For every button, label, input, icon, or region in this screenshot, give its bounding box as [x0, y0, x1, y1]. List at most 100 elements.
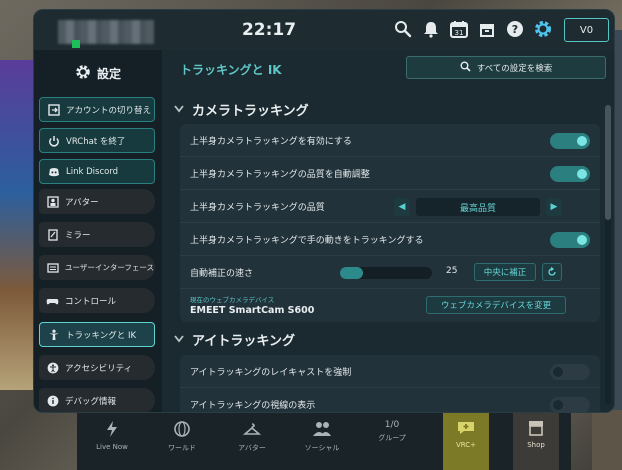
eye-gaze-toggle[interactable]: [550, 397, 590, 412]
sidebar-item-controls[interactable]: コントロール: [39, 288, 155, 313]
auto-correct-slider[interactable]: [340, 267, 432, 279]
sidebar-item-label: アカウントの切り替え: [66, 105, 152, 116]
auto-quality-toggle[interactable]: [550, 166, 590, 182]
setting-row-auto-quality: 上半身カメラトラッキングの品質を自動調整: [180, 157, 600, 190]
chevron-down-icon: [174, 102, 184, 117]
content-scrollbar[interactable]: [605, 105, 611, 405]
page-title: トラッキングと IK: [180, 63, 282, 77]
dock-item-label: グループ: [378, 434, 406, 442]
sidebar-title-label: 設定: [96, 66, 121, 81]
quality-next-button[interactable]: ▶: [546, 198, 562, 216]
people-icon: [312, 420, 332, 440]
sidebar-item-label: コントロール: [65, 296, 117, 307]
dock-item-worlds[interactable]: ワールド: [147, 413, 217, 470]
gift-box-icon[interactable]: [476, 18, 498, 40]
credits-balance[interactable]: V0: [564, 18, 609, 42]
quick-menu-panel: 22:17 31 ? V0 設定 アカウントの切り替え VRChat を終了 L…: [33, 9, 615, 413]
sidebar-item-label: アクセシビリティ: [65, 363, 133, 374]
setting-row-quality: 上半身カメラトラッキングの品質 ◀ 最高品質 ▶: [180, 190, 600, 223]
calendar-icon[interactable]: 31: [448, 18, 470, 40]
sidebar-item-label: ミラー: [65, 230, 91, 241]
setting-label: 自動補正の速さ: [190, 269, 254, 279]
quality-value: 最高品質: [416, 198, 540, 216]
settings-content: トラッキングと IK すべての設定を検索 カメラトラッキング 上半身カメラトラッ…: [162, 50, 614, 412]
quality-prev-button[interactable]: ◀: [394, 198, 410, 216]
dock-item-groups[interactable]: 1/0 グループ: [357, 413, 427, 470]
dock-item-label: Shop: [527, 441, 545, 449]
setting-row-hand-tracking: 上半身カメラトラッキングで手の動きをトラッキングする: [180, 223, 600, 256]
setting-row-eye-gaze: アイトラッキングの視線の表示: [180, 388, 600, 412]
bell-icon[interactable]: [420, 18, 442, 40]
section-eye-tracking-header[interactable]: アイトラッキング: [174, 330, 295, 349]
webcam-device-name: EMEET SmartCam S600: [190, 305, 315, 316]
sidebar-item-debug-info[interactable]: デバッグ情報: [39, 388, 155, 412]
section-title: カメラトラッキング: [192, 104, 309, 119]
clock: 22:17: [241, 20, 297, 40]
shop-icon: [527, 420, 545, 438]
dock-item-social[interactable]: ソーシャル: [287, 413, 357, 470]
upper-body-tracking-toggle[interactable]: [550, 133, 590, 149]
setting-row-auto-correct: 自動補正の速さ 25 中央に補正: [180, 256, 600, 289]
dock-item-avatars[interactable]: アバター: [217, 413, 287, 470]
sidebar-item-user-interface[interactable]: ユーザーインターフェース: [39, 255, 155, 280]
reset-icon[interactable]: [542, 263, 562, 281]
eye-tracking-card: アイトラッキングのレイキャストを強制 アイトラッキングの視線の表示: [180, 355, 600, 412]
sidebar-item-link-discord[interactable]: Link Discord: [39, 159, 155, 184]
sidebar-item-label: VRChat を終了: [66, 136, 126, 147]
dock-item-label: VRC+: [455, 441, 477, 449]
sidebar-item-label: アバター: [65, 197, 99, 208]
setting-label: 上半身カメラトラッキングを有効にする: [190, 137, 352, 147]
dock-item-label: ワールド: [168, 444, 196, 452]
sidebar-item-label: デバッグ情報: [65, 396, 117, 407]
section-camera-tracking-header[interactable]: カメラトラッキング: [174, 100, 309, 119]
avatar-icon: [46, 195, 59, 208]
bottom-dock: Live Now ワールド アバター ソーシャル 1/0 グループ VRC+ S…: [77, 413, 571, 470]
dock-item-shop[interactable]: Shop: [513, 413, 559, 470]
help-icon[interactable]: ?: [504, 18, 526, 40]
sidebar-item-label: トラッキングと IK: [66, 330, 137, 341]
sidebar-item-accessibility[interactable]: アクセシビリティ: [39, 355, 155, 380]
sidebar-title: 設定: [34, 58, 162, 88]
center-correct-button[interactable]: 中央に補正: [474, 263, 536, 281]
globe-icon: [173, 420, 191, 440]
top-bar: 22:17 31 ? V0: [34, 10, 614, 50]
sidebar-item-label: ユーザーインターフェース: [65, 263, 155, 272]
search-all-settings-label: すべての設定を検索: [476, 63, 553, 74]
accessibility-icon: [46, 361, 59, 374]
gear-icon: [75, 64, 91, 83]
eye-raycast-toggle[interactable]: [550, 364, 590, 380]
person-icon: [47, 328, 60, 341]
setting-row-eye-raycast: アイトラッキングのレイキャストを強制: [180, 355, 600, 388]
info-icon: [46, 394, 59, 407]
account-switch-icon: [47, 103, 60, 116]
sidebar-item-tracking-ik[interactable]: トラッキングと IK: [39, 322, 155, 347]
calendar-day: 31: [455, 29, 464, 37]
scrollbar-thumb[interactable]: [605, 105, 611, 220]
section-title: アイトラッキング: [192, 334, 295, 349]
search-all-settings-button[interactable]: すべての設定を検索: [406, 56, 606, 79]
svg-text:?: ?: [512, 23, 518, 36]
hand-tracking-toggle[interactable]: [550, 232, 590, 248]
lightning-icon: [105, 420, 119, 440]
change-webcam-button[interactable]: ウェブカメラデバイスを変更: [426, 296, 566, 314]
sidebar-item-mirror[interactable]: ミラー: [39, 222, 155, 247]
search-icon[interactable]: [392, 18, 414, 40]
dock-item-label: ソーシャル: [304, 444, 340, 452]
auto-correct-value: 25: [446, 266, 458, 276]
dock-item-live-now[interactable]: Live Now: [77, 413, 147, 470]
gear-icon[interactable]: [532, 18, 554, 40]
setting-label: 上半身カメラトラッキングで手の動きをトラッキングする: [190, 236, 424, 246]
setting-row-webcam: 現在のウェブカメラデバイス EMEET SmartCam S600 ウェブカメラ…: [180, 289, 600, 322]
avatar-hanger-icon: [242, 420, 262, 440]
setting-row-upper-body-enable: 上半身カメラトラッキングを有効にする: [180, 124, 600, 157]
sidebar-item-quit-vrchat[interactable]: VRChat を終了: [39, 128, 155, 153]
background-scene-bottom-right: [592, 410, 622, 470]
sidebar-item-avatar[interactable]: アバター: [39, 189, 155, 214]
dock-item-vrc-plus[interactable]: VRC+: [443, 413, 489, 470]
settings-sidebar: 設定 アカウントの切り替え VRChat を終了 Link Discord アバ…: [34, 50, 162, 412]
group-badge: 1/0: [384, 420, 400, 430]
slider-fill: [340, 267, 363, 279]
sidebar-item-switch-account[interactable]: アカウントの切り替え: [39, 97, 155, 122]
chevron-down-icon: [174, 332, 184, 347]
discord-icon: [47, 165, 60, 178]
